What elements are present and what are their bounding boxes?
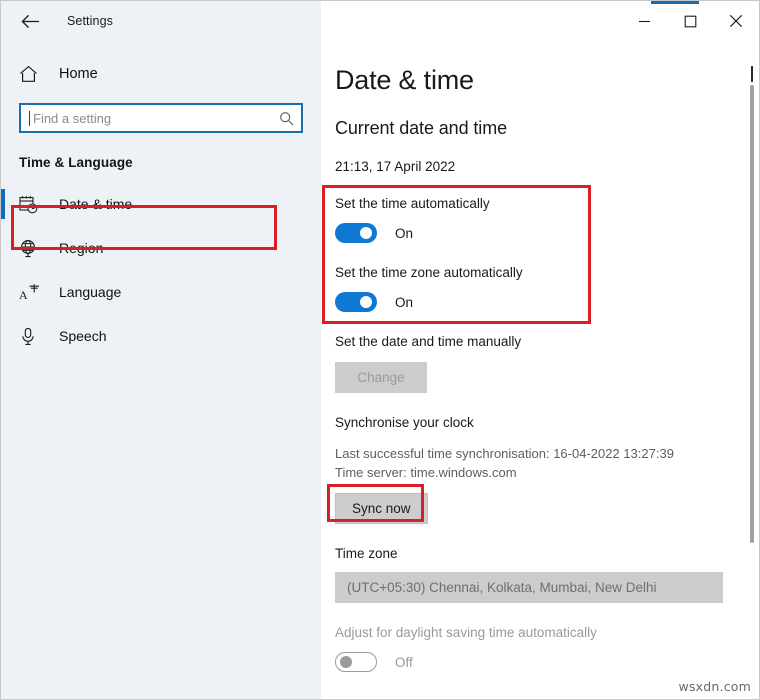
- set-timezone-auto-label: Set the time zone automatically: [335, 265, 523, 281]
- set-timezone-auto-state: On: [395, 294, 414, 310]
- search-input[interactable]: [30, 105, 277, 131]
- sidebar: Home Time & Language: [1, 41, 321, 699]
- time-server-text: Time server: time.windows.com: [335, 465, 517, 481]
- dst-label: Adjust for daylight saving time automati…: [335, 625, 597, 641]
- watermark: wsxdn.com: [678, 679, 751, 694]
- selection-indicator: [1, 189, 5, 219]
- calendar-clock-icon: [19, 195, 45, 214]
- current-datetime-value: 21:13, 17 April 2022: [335, 159, 456, 175]
- toggle-knob: [360, 227, 372, 240]
- main-content: Date & time Current date and time 21:13,…: [321, 41, 759, 699]
- microphone-icon: [19, 327, 45, 346]
- search-box[interactable]: [19, 103, 303, 133]
- close-icon: [729, 14, 743, 28]
- sidebar-item-speech[interactable]: Speech: [1, 314, 321, 358]
- toggle-knob: [340, 655, 352, 668]
- sync-clock-heading: Synchronise your clock: [335, 415, 474, 431]
- set-timezone-auto-row: On: [335, 292, 759, 313]
- back-arrow-icon: [20, 14, 40, 29]
- globe-icon: [19, 239, 45, 258]
- sidebar-section-title: Time & Language: [19, 155, 133, 170]
- dst-row: Off: [335, 652, 759, 673]
- sidebar-item-home[interactable]: Home: [1, 57, 321, 91]
- set-time-auto-toggle[interactable]: [335, 223, 377, 244]
- sidebar-item-date-time[interactable]: Date & time: [1, 182, 321, 226]
- set-time-auto-state: On: [395, 225, 414, 241]
- scrollbar-thumb[interactable]: [750, 85, 754, 543]
- toggle-knob: [360, 296, 372, 309]
- scrollbar-tick: [751, 66, 753, 82]
- sidebar-home-label: Home: [59, 66, 98, 82]
- maximize-icon: [684, 15, 697, 28]
- minimize-icon: [638, 15, 651, 28]
- svg-text:A: A: [19, 288, 28, 302]
- timezone-dropdown[interactable]: (UTC+05:30) Chennai, Kolkata, Mumbai, Ne…: [335, 572, 723, 604]
- page-title: Date & time: [335, 65, 474, 95]
- sidebar-nav-list: Date & time Region A Language Speech: [1, 182, 321, 358]
- set-manual-label: Set the date and time manually: [335, 334, 522, 350]
- home-icon: [19, 65, 45, 83]
- settings-window: Settings Home Find a setting Time & Lang…: [0, 0, 760, 700]
- set-timezone-auto-toggle[interactable]: [335, 292, 377, 313]
- minimize-button[interactable]: [621, 1, 667, 41]
- last-sync-text: Last successful time synchronisation: 16…: [335, 446, 674, 462]
- sidebar-item-region[interactable]: Region: [1, 226, 321, 270]
- dst-toggle[interactable]: [335, 652, 377, 673]
- sync-now-button[interactable]: Sync now: [335, 493, 428, 525]
- window-title: Settings: [67, 14, 113, 28]
- set-time-auto-label: Set the time automatically: [335, 196, 490, 212]
- sidebar-item-label: Language: [59, 284, 122, 300]
- sidebar-item-label: Speech: [59, 328, 107, 344]
- accent-strip: [651, 1, 699, 4]
- sidebar-item-language[interactable]: A Language: [1, 270, 321, 314]
- back-button[interactable]: [7, 5, 53, 37]
- language-icon: A: [19, 283, 45, 302]
- sidebar-item-label: Date & time: [59, 196, 133, 212]
- window-controls: [621, 1, 759, 41]
- set-time-auto-row: On: [335, 223, 759, 244]
- window-body: Home Time & Language: [1, 41, 759, 699]
- search-icon[interactable]: [277, 111, 295, 126]
- current-datetime-heading: Current date and time: [335, 118, 507, 139]
- title-bar: Settings: [1, 1, 759, 41]
- timezone-heading: Time zone: [335, 546, 398, 562]
- main-scrollbar[interactable]: [745, 41, 759, 699]
- close-button[interactable]: [713, 1, 759, 41]
- sidebar-item-label: Region: [59, 240, 104, 256]
- dst-state: Off: [395, 654, 413, 670]
- change-button[interactable]: Change: [335, 362, 427, 394]
- maximize-button[interactable]: [667, 1, 713, 41]
